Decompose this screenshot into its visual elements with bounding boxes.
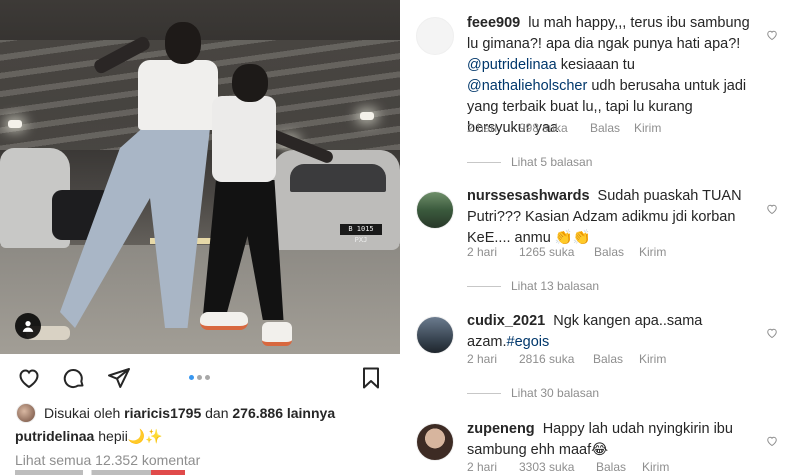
- comment-hashtag[interactable]: #egois: [507, 334, 550, 350]
- comment-meta: 2 hari 998 suka Balas Kirim: [467, 121, 661, 135]
- send-button[interactable]: Kirim: [639, 352, 666, 366]
- likes-summary: Disukai oleh riaricis1795 dan 276.886 la…: [16, 403, 335, 423]
- person-tag-icon[interactable]: [15, 313, 41, 339]
- replies-divider: [467, 161, 501, 163]
- person-2-shirt: [212, 96, 276, 182]
- person-1-head: [165, 22, 201, 64]
- comment-likes[interactable]: 998 suka: [519, 121, 590, 135]
- comment-text: kesiaaan tu: [560, 57, 635, 73]
- comment-username[interactable]: zupeneng: [467, 421, 535, 437]
- commenter-avatar[interactable]: [416, 316, 454, 354]
- commenter-avatar[interactable]: [416, 191, 454, 229]
- comment-body: zupeneng Happy lah udah nyingkirin ibu s…: [467, 419, 757, 461]
- carousel-indicator: [189, 375, 210, 380]
- caption-username[interactable]: putridelinaa: [15, 428, 94, 444]
- comment-time[interactable]: 2 hari: [467, 460, 519, 474]
- comment-username[interactable]: cudix_2021: [467, 313, 545, 329]
- sneaker: [262, 322, 292, 346]
- person-1-shirt: [138, 60, 218, 130]
- comments-panel: feee909 lu mah happy,,, terus ibu sambun…: [400, 0, 800, 475]
- ceiling-lamp: [8, 120, 22, 128]
- commenter-avatar[interactable]: [416, 17, 454, 55]
- post-actions: [0, 354, 400, 400]
- comment-like-heart-icon[interactable]: [766, 326, 778, 339]
- send-button[interactable]: Kirim: [642, 460, 669, 474]
- replies-divider: [467, 392, 501, 394]
- comment-likes[interactable]: 1265 suka: [519, 245, 594, 259]
- view-replies-link[interactable]: Lihat 5 balasan: [467, 155, 592, 169]
- comment-mention[interactable]: @putridelinaa: [467, 57, 557, 73]
- caption-text: hepii🌙✨: [98, 428, 163, 444]
- comment-likes[interactable]: 2816 suka: [519, 352, 593, 366]
- post-panel: B 1015 PXJ Disukai oleh riaricis1795 dan…: [0, 0, 400, 475]
- liked-by-and: dan: [205, 405, 229, 421]
- heart-icon[interactable]: [17, 366, 41, 390]
- sneaker: [200, 312, 248, 330]
- comment-like-heart-icon[interactable]: [766, 434, 778, 447]
- comment-body: cudix_2021 Ngk kangen apa..sama azam.#eg…: [467, 311, 757, 353]
- comment-username[interactable]: nurssesashwards: [467, 188, 590, 204]
- comment-time[interactable]: 2 hari: [467, 121, 519, 135]
- comment-meta: 2 hari 3303 suka Balas Kirim: [467, 460, 669, 474]
- liked-by-others[interactable]: 276.886 lainnya: [232, 405, 335, 421]
- send-button[interactable]: Kirim: [639, 245, 666, 259]
- comment-like-heart-icon[interactable]: [766, 28, 778, 41]
- send-button[interactable]: Kirim: [634, 121, 661, 135]
- comment-likes[interactable]: 3303 suka: [519, 460, 596, 474]
- comment-meta: 2 hari 2816 suka Balas Kirim: [467, 352, 666, 366]
- comment-username[interactable]: feee909: [467, 15, 520, 31]
- carousel-dot: [189, 375, 194, 380]
- post-photo[interactable]: B 1015 PXJ: [0, 0, 400, 354]
- view-replies-label[interactable]: Lihat 30 balasan: [511, 386, 599, 400]
- reply-button[interactable]: Balas: [590, 121, 634, 135]
- liked-by-user[interactable]: riaricis1795: [124, 405, 201, 421]
- truncated-comment-line: [15, 470, 185, 475]
- post-caption: putridelinaa hepii🌙✨: [15, 428, 163, 445]
- reply-button[interactable]: Balas: [596, 460, 642, 474]
- view-replies-link[interactable]: Lihat 30 balasan: [467, 386, 599, 400]
- view-replies-label[interactable]: Lihat 13 balasan: [511, 279, 599, 293]
- view-replies-label[interactable]: Lihat 5 balasan: [511, 155, 592, 169]
- comment-body: nurssesashwards Sudah puaskah TUAN Putri…: [467, 186, 757, 249]
- comment-time[interactable]: 2 hari: [467, 245, 519, 259]
- paper-plane-icon[interactable]: [107, 366, 131, 390]
- reply-button[interactable]: Balas: [594, 245, 639, 259]
- parked-car-right: [272, 150, 400, 250]
- commenter-avatar[interactable]: [416, 423, 454, 461]
- liked-by-prefix: Disukai oleh: [44, 405, 121, 421]
- car-plate: B 1015 PXJ: [340, 224, 382, 244]
- carousel-dot: [205, 375, 210, 380]
- replies-divider: [467, 285, 501, 287]
- person-2-head: [232, 64, 268, 102]
- comment-like-heart-icon[interactable]: [766, 202, 778, 215]
- view-all-comments-link[interactable]: Lihat semua 12.352 komentar: [15, 452, 200, 468]
- comment-bubble-icon[interactable]: [62, 366, 86, 390]
- comment-time[interactable]: 2 hari: [467, 352, 519, 366]
- view-replies-link[interactable]: Lihat 13 balasan: [467, 279, 599, 293]
- comment-mention[interactable]: @nathalieholscher: [467, 78, 587, 94]
- liker-avatar[interactable]: [16, 403, 36, 423]
- reply-button[interactable]: Balas: [593, 352, 639, 366]
- comment-meta: 2 hari 1265 suka Balas Kirim: [467, 245, 666, 259]
- bookmark-icon[interactable]: [359, 366, 383, 390]
- ceiling-lamp: [360, 112, 374, 120]
- carousel-dot: [197, 375, 202, 380]
